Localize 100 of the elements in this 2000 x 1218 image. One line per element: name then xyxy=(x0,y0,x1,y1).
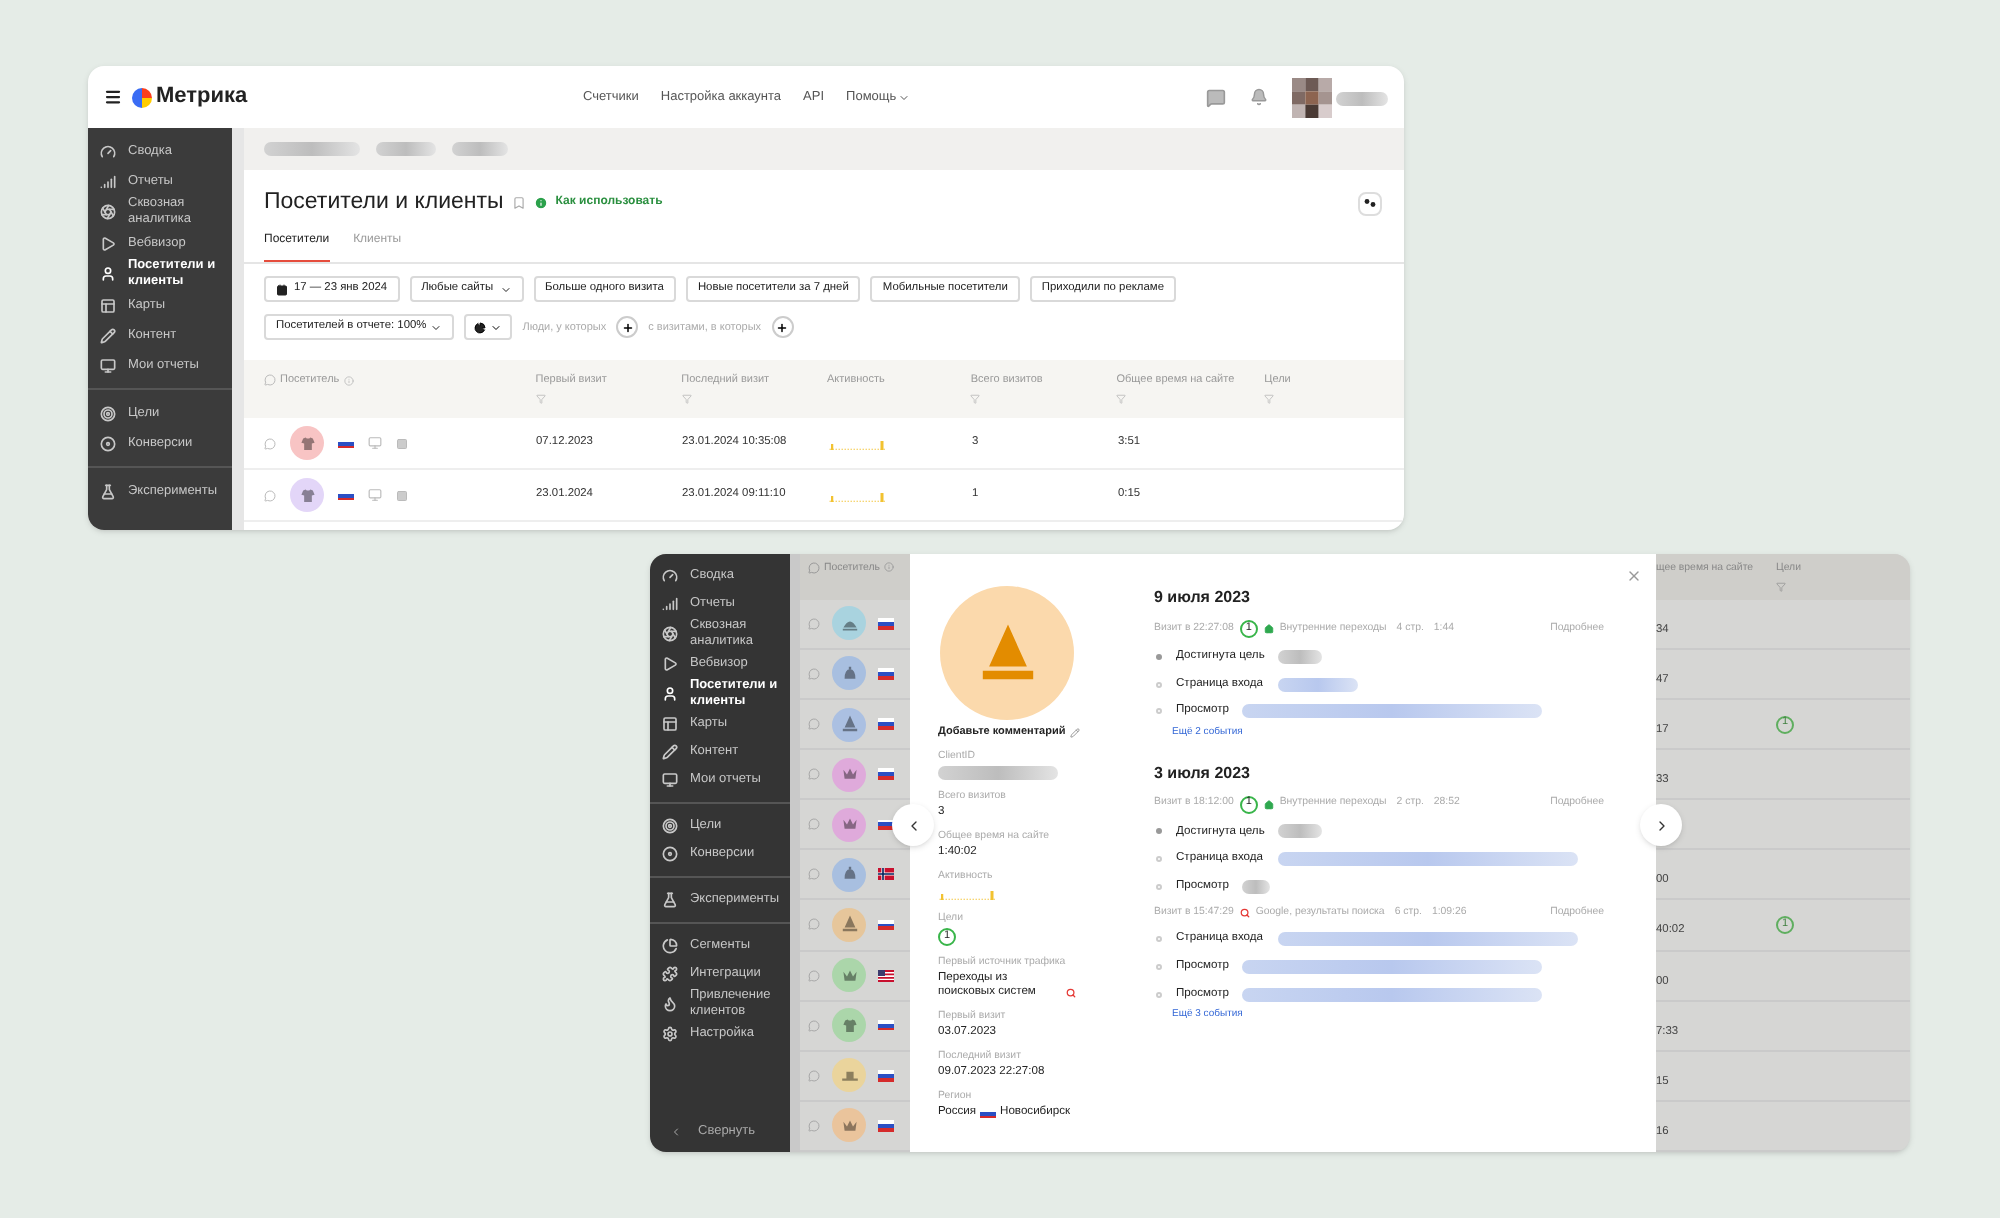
comment-icon[interactable] xyxy=(808,768,820,781)
sidebar-icon xyxy=(662,686,678,702)
plus-icon xyxy=(776,321,789,334)
sidebar-icon xyxy=(100,235,116,251)
desktop-icon xyxy=(368,488,382,503)
sidebar-icon xyxy=(100,297,116,313)
caret-icon xyxy=(499,283,512,296)
blurred-text xyxy=(376,142,436,156)
flag-icon xyxy=(878,1120,894,1132)
previous-button[interactable] xyxy=(892,804,934,846)
filter-icon[interactable] xyxy=(1264,393,1275,403)
logo-text: Метрика xyxy=(156,82,248,113)
share-button[interactable] xyxy=(1358,191,1382,216)
sidebar-icon xyxy=(662,938,678,954)
sidebar-icon xyxy=(100,204,116,220)
chat-icon[interactable] xyxy=(1206,87,1226,107)
comment-icon[interactable] xyxy=(808,617,820,630)
flag-icon xyxy=(878,1019,894,1031)
caret-icon xyxy=(490,321,503,334)
blurred-text xyxy=(1336,91,1388,105)
blurred-text xyxy=(1278,824,1323,839)
sidebar-icon xyxy=(662,772,678,788)
sidebar-icon xyxy=(662,568,678,584)
page-title: Посетители и клиенты xyxy=(264,188,504,218)
comment-icon[interactable] xyxy=(808,1069,820,1082)
day-heading: 9 июля 2023 xyxy=(1154,586,1252,610)
bell-icon[interactable] xyxy=(1250,88,1268,106)
flag-icon xyxy=(980,1108,997,1119)
comment-icon[interactable] xyxy=(808,718,820,731)
flag-icon xyxy=(878,718,894,730)
blurred-text xyxy=(264,142,360,156)
sidebar-icon xyxy=(100,327,116,343)
blurred-text xyxy=(1278,649,1323,664)
edit-icon[interactable] xyxy=(1069,727,1080,738)
sidebar-icon xyxy=(662,966,678,982)
activity-sparkline xyxy=(828,487,888,504)
flag-icon xyxy=(338,438,354,449)
sidebar-icon xyxy=(100,173,116,189)
chevron-icon xyxy=(670,1126,682,1139)
bookmark-icon[interactable] xyxy=(511,196,526,211)
comment-icon[interactable] xyxy=(808,969,820,982)
flag-icon xyxy=(878,819,894,831)
comment-icon[interactable] xyxy=(808,918,820,931)
sidebar-icon xyxy=(100,483,116,499)
comment-icon[interactable] xyxy=(808,1119,820,1132)
blurred-text xyxy=(1242,879,1271,894)
add-condition-button[interactable] xyxy=(771,316,794,339)
sidebar-icon xyxy=(662,626,678,642)
comment-icon xyxy=(808,562,820,574)
flag-icon xyxy=(878,768,894,780)
flag-icon xyxy=(878,668,894,680)
flag-icon xyxy=(878,969,894,982)
add-condition-button[interactable] xyxy=(616,316,639,339)
comment-icon[interactable] xyxy=(808,868,820,881)
info-icon xyxy=(533,196,548,211)
comment-icon[interactable] xyxy=(808,818,820,831)
pie-icon xyxy=(474,321,487,334)
filter-icon[interactable] xyxy=(970,393,981,403)
dots-icon xyxy=(1364,198,1376,209)
activity-sparkline xyxy=(828,435,888,452)
house-icon xyxy=(1263,799,1274,810)
flag-icon xyxy=(878,868,894,881)
next-button[interactable] xyxy=(1640,804,1682,846)
blurred-text xyxy=(938,766,1058,781)
activity-sparkline xyxy=(938,886,998,903)
filter-icon[interactable] xyxy=(535,393,546,403)
comment-icon xyxy=(264,374,276,387)
filter-icon[interactable] xyxy=(1776,581,1786,592)
sidebar-icon xyxy=(662,656,678,672)
sidebar-icon xyxy=(662,716,678,732)
comment-icon[interactable] xyxy=(808,1019,820,1032)
info-icon xyxy=(343,375,354,386)
flag-icon xyxy=(878,618,894,630)
plus-icon xyxy=(621,321,634,334)
search-icon xyxy=(1066,988,1076,999)
blurred-text xyxy=(452,142,508,156)
search-icon xyxy=(1239,908,1250,919)
flag-icon xyxy=(878,919,894,931)
sidebar-icon xyxy=(662,744,678,760)
house-icon xyxy=(1263,624,1274,634)
menu-icon[interactable] xyxy=(104,88,122,106)
flag-icon xyxy=(338,490,354,501)
sidebar-icon xyxy=(100,357,116,373)
comment-icon[interactable] xyxy=(264,437,276,450)
sidebar-icon xyxy=(662,996,678,1012)
comment-icon[interactable] xyxy=(264,489,276,502)
chart-type-dropdown[interactable] xyxy=(464,314,513,341)
comment-icon[interactable] xyxy=(808,667,820,680)
caret-icon xyxy=(430,321,443,334)
day-heading: 3 июля 2023 xyxy=(1154,761,1252,786)
sidebar-icon xyxy=(662,596,678,612)
blurred-text xyxy=(1277,677,1357,692)
close-icon[interactable] xyxy=(1626,568,1642,584)
info-icon xyxy=(883,562,894,572)
sidebar-icon xyxy=(100,266,116,282)
filter-icon[interactable] xyxy=(1116,393,1127,403)
sidebar-icon xyxy=(662,1026,678,1042)
flag-icon xyxy=(878,1070,894,1082)
filter-icon[interactable] xyxy=(681,393,692,403)
desktop-icon xyxy=(368,436,382,451)
